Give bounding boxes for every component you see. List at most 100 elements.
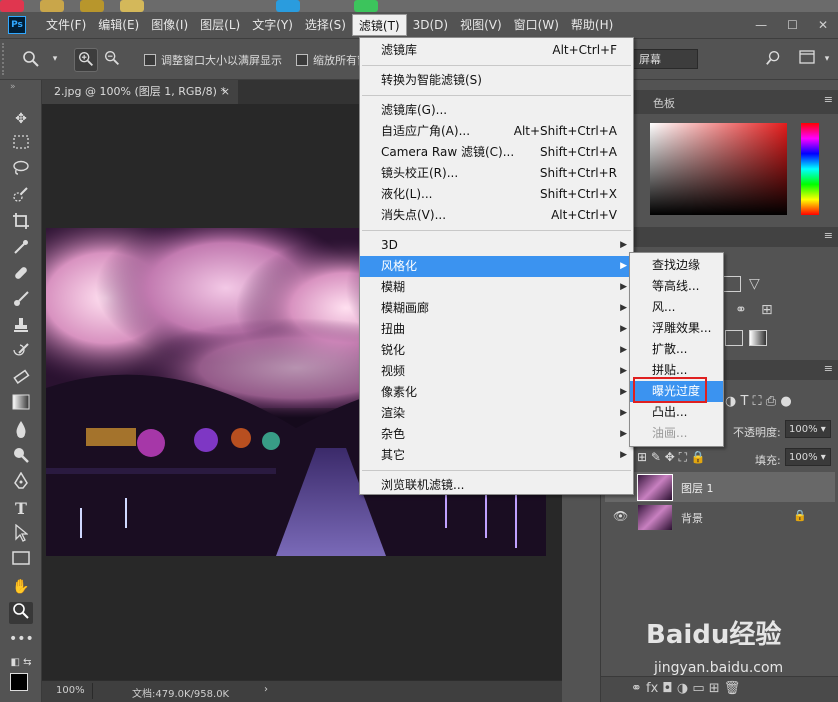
hand-tool-icon[interactable]: ✋ [9, 576, 33, 598]
filter-menu-item[interactable]: 扭曲 ▶ [360, 319, 633, 340]
resize-windows-checkbox[interactable] [144, 54, 156, 66]
filter-menu-item[interactable]: 滤镜库 Alt+Ctrl+F [360, 40, 633, 61]
swatches-tab[interactable]: 色板 [653, 95, 675, 111]
layer-row-selected[interactable]: 图层 1 [605, 472, 835, 502]
filter-menu-item[interactable]: 视频 ▶ [360, 361, 633, 382]
search-icon[interactable] [764, 48, 786, 70]
panel-menu-icon[interactable]: ≡ [824, 362, 833, 375]
menu-10[interactable]: 帮助(H) [565, 14, 619, 36]
filter-menu-item[interactable]: 镜头校正(R)... Shift+Ctrl+R [360, 163, 633, 184]
crop-tool-icon[interactable] [9, 212, 33, 234]
options-bar-grip[interactable] [2, 43, 10, 75]
layer-filter-icons[interactable]: ◑ T ⛶ ⎙ ● [725, 394, 792, 409]
filter-menu-item[interactable]: 其它 ▶ [360, 445, 633, 466]
eraser-tool-icon[interactable] [9, 368, 33, 390]
zoom-level[interactable]: 100% [56, 685, 85, 696]
move-tool-icon[interactable]: ✥ [9, 108, 33, 130]
zoom-all-checkbox[interactable] [296, 54, 308, 66]
menu-1[interactable]: 编辑(E) [92, 14, 145, 36]
menu-4[interactable]: 文字(Y) [246, 14, 299, 36]
chevron-down-icon[interactable]: ▾ [820, 48, 834, 70]
collapse-icon[interactable]: » [10, 82, 16, 92]
document-tab[interactable]: 2.jpg @ 100% (图层 1, RGB/8) * × [42, 80, 238, 104]
menu-2[interactable]: 图像(I) [145, 14, 194, 36]
threshold-icon[interactable] [749, 330, 767, 346]
eye-icon[interactable]: 👁 [613, 509, 628, 523]
desktop-folder-icon[interactable] [80, 0, 104, 12]
channel-mixer-icon[interactable]: ⚭ [735, 302, 747, 318]
minimize-button[interactable]: — [755, 18, 767, 32]
dodge-tool-icon[interactable] [9, 446, 33, 468]
desktop-app-icon[interactable] [0, 0, 24, 12]
filter-menu-item[interactable]: Camera Raw 滤镜(C)... Shift+Ctrl+A [360, 142, 633, 163]
menu-9[interactable]: 窗口(W) [508, 14, 565, 36]
panel-menu-icon[interactable]: ≡ [824, 229, 833, 242]
lock-icons[interactable]: ⊞ ✎ ✥ ⛶ 🔒 [637, 450, 706, 465]
menu-3[interactable]: 图层(L) [194, 14, 246, 36]
zoom-out-button[interactable] [101, 48, 123, 70]
opacity-input[interactable]: 100% ▾ [785, 420, 831, 438]
fill-input[interactable]: 100% ▾ [785, 448, 831, 466]
blur-tool-icon[interactable] [9, 420, 33, 442]
fill-screen-button[interactable]: 屏幕 [630, 49, 698, 69]
menu-7[interactable]: 3D(D) [407, 14, 454, 36]
close-button[interactable]: ✕ [818, 18, 828, 32]
lasso-tool-icon[interactable] [9, 160, 33, 182]
panel-menu-icon[interactable]: ≡ [824, 93, 833, 106]
close-icon[interactable]: × [221, 80, 230, 104]
zoom-in-button[interactable] [74, 48, 98, 72]
desktop-browser-icon[interactable] [276, 0, 300, 12]
desktop-folder-icon[interactable] [40, 0, 64, 12]
workspace-icon[interactable] [796, 48, 818, 70]
filter-menu-item[interactable]: 锐化 ▶ [360, 340, 633, 361]
pen-tool-icon[interactable] [9, 471, 33, 494]
clone-stamp-tool-icon[interactable] [9, 316, 33, 338]
filter-menu-item[interactable]: 3D ▶ [360, 235, 633, 256]
menu-5[interactable]: 选择(S) [299, 14, 352, 36]
stylize-submenu-item[interactable]: 凸出... [630, 402, 723, 423]
layer-row[interactable]: 👁 背景 🔒 [605, 502, 835, 532]
zoom-tool-icon[interactable] [9, 602, 33, 624]
menu-0[interactable]: 文件(F) [40, 14, 92, 36]
filter-menu-item[interactable]: 模糊画廊 ▶ [360, 298, 633, 319]
filter-menu-item[interactable]: 风格化 ▶ [360, 256, 633, 277]
hue-slider[interactable] [801, 123, 819, 215]
maximize-button[interactable]: ☐ [787, 18, 798, 32]
menu-6[interactable]: 滤镜(T) [351, 14, 407, 36]
type-tool-icon[interactable]: T [9, 498, 33, 520]
filter-menu-item[interactable]: 像素化 ▶ [360, 382, 633, 403]
filter-menu-item[interactable]: 杂色 ▶ [360, 424, 633, 445]
menu-8[interactable]: 视图(V) [454, 14, 508, 36]
stylize-submenu-item[interactable]: 等高线... [630, 276, 723, 297]
foreground-color-swatch[interactable] [10, 673, 28, 691]
healing-brush-tool-icon[interactable] [9, 264, 33, 286]
rectangle-tool-icon[interactable] [9, 550, 33, 572]
filter-menu-item[interactable]: 消失点(V)... Alt+Ctrl+V [360, 205, 633, 226]
filter-menu-item[interactable]: 浏览联机滤镜... [360, 475, 633, 496]
zoom-tool-preset-icon[interactable] [20, 48, 42, 70]
path-select-tool-icon[interactable] [9, 523, 33, 546]
filter-menu-item[interactable]: 转换为智能滤镜(S) [360, 70, 633, 91]
default-colors-icon[interactable]: ◧ ⇆ [9, 652, 33, 674]
status-menu-arrow[interactable]: › [264, 684, 268, 695]
layers-footer-icons[interactable]: ⚭ fx ◘ ◑ ▭ ⊞ 🗑 [601, 676, 838, 702]
marquee-tool-icon[interactable] [9, 134, 33, 156]
more-tools-icon[interactable]: ••• [9, 628, 34, 650]
quick-select-tool-icon[interactable] [9, 186, 33, 208]
stylize-submenu-item[interactable]: 扩散... [630, 339, 723, 360]
filter-menu-item[interactable]: 滤镜库(G)... [360, 100, 633, 121]
history-brush-tool-icon[interactable] [9, 342, 33, 364]
filter-menu-item[interactable]: 自适应广角(A)... Alt+Shift+Ctrl+A [360, 121, 633, 142]
adjustment-icon[interactable] [723, 276, 741, 292]
gradient-map-icon[interactable]: ▽ [749, 276, 760, 292]
invert-icon[interactable] [725, 330, 743, 346]
stylize-submenu-item[interactable]: 风... [630, 297, 723, 318]
filter-menu-item[interactable]: 渲染 ▶ [360, 403, 633, 424]
eyedropper-tool-icon[interactable] [9, 238, 33, 260]
filter-menu-item[interactable]: 液化(L)... Shift+Ctrl+X [360, 184, 633, 205]
desktop-app-icon[interactable] [354, 0, 378, 12]
stylize-submenu-item[interactable]: 浮雕效果... [630, 318, 723, 339]
filter-menu-item[interactable]: 模糊 ▶ [360, 277, 633, 298]
desktop-folder-icon[interactable] [120, 0, 144, 12]
stylize-submenu-item[interactable]: 查找边缘 [630, 255, 723, 276]
